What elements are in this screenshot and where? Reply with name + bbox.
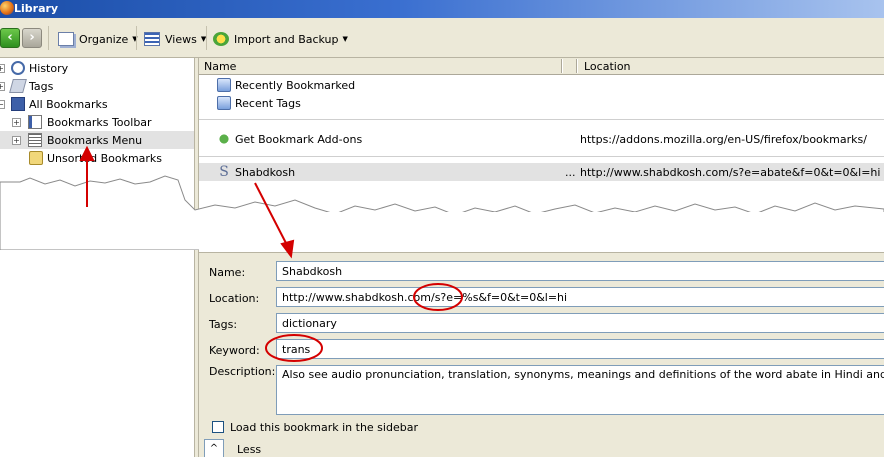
- expand-toggle[interactable]: +: [12, 117, 21, 127]
- views-menu-button[interactable]: Views ▼: [144, 30, 206, 48]
- tree-item-label: Bookmarks Menu: [47, 133, 143, 147]
- keyword-field[interactable]: [276, 339, 884, 359]
- keyword-label: Keyword:: [209, 344, 260, 357]
- tree-item-tags[interactable]: + Tags: [0, 77, 194, 95]
- forward-button[interactable]: ›: [22, 28, 42, 48]
- details-pane: Name: Location: Tags: Keyword: Descripti…: [199, 252, 884, 457]
- tags-label: Tags:: [209, 318, 238, 331]
- toolbar-separator: [136, 26, 137, 50]
- load-in-sidebar-label[interactable]: Load this bookmark in the sidebar: [230, 421, 418, 434]
- title-bar: Library: [0, 0, 884, 18]
- star-bookmark-icon: [11, 97, 25, 111]
- smart-folder-icon: [217, 96, 231, 110]
- unsorted-bookmark-icon: [29, 151, 43, 165]
- list-separator: [199, 119, 884, 120]
- tree-item-label: All Bookmarks: [29, 97, 108, 111]
- back-button[interactable]: ‹: [0, 28, 20, 48]
- clock-icon: [11, 61, 25, 75]
- toolbar-separator: [206, 26, 207, 50]
- window-title: Library: [14, 2, 59, 15]
- column-header: Name Location: [199, 58, 884, 75]
- firefox-logo-icon: [0, 1, 14, 15]
- column-resize-handle[interactable]: [576, 59, 578, 73]
- expand-toggle[interactable]: +: [12, 135, 21, 145]
- torn-edge-graphic: [0, 175, 884, 250]
- puzzle-addon-icon: [217, 132, 231, 146]
- tree-item-all-bookmarks[interactable]: − All Bookmarks: [0, 95, 194, 113]
- column-resize-handle[interactable]: [561, 59, 563, 73]
- organize-icon: [58, 32, 74, 46]
- bookmarks-tree: + History + Tags − All Bookmarks + Bookm…: [0, 58, 194, 457]
- list-item-recently-bookmarked[interactable]: Recently Bookmarked: [199, 76, 884, 94]
- location-field[interactable]: [276, 287, 884, 307]
- views-label: Views: [165, 32, 197, 46]
- row-name: Get Bookmark Add-ons: [235, 133, 363, 146]
- tree-item-history[interactable]: + History: [0, 59, 194, 77]
- name-field[interactable]: [276, 261, 884, 281]
- tree-item-label: Bookmarks Toolbar: [47, 115, 152, 129]
- import-backup-menu-button[interactable]: Import and Backup ▼: [213, 30, 348, 48]
- tree-item-label: Unsorted Bookmarks: [47, 151, 163, 165]
- list-item-recent-tags[interactable]: Recent Tags: [199, 94, 884, 112]
- toolbar-icon: [28, 115, 42, 129]
- forward-arrow-icon: ›: [29, 30, 35, 45]
- description-label: Description:: [209, 365, 276, 378]
- tags-field[interactable]: [276, 313, 884, 333]
- tree-item-bookmarks-toolbar[interactable]: + Bookmarks Toolbar: [0, 113, 194, 131]
- row-name: Recent Tags: [235, 97, 301, 110]
- tree-item-bookmarks-menu[interactable]: + Bookmarks Menu: [0, 131, 194, 149]
- tree-item-label: Tags: [29, 79, 54, 93]
- load-in-sidebar-checkbox[interactable]: [212, 421, 224, 433]
- row-name: Recently Bookmarked: [235, 79, 356, 92]
- smart-folder-icon: [217, 78, 231, 92]
- location-label: Location:: [209, 292, 260, 305]
- tree-item-unsorted-bookmarks[interactable]: Unsorted Bookmarks: [0, 149, 194, 167]
- tag-icon: [9, 79, 27, 93]
- organize-label: Organize: [79, 32, 129, 46]
- expand-toggle[interactable]: +: [0, 63, 5, 73]
- back-arrow-icon: ‹: [7, 30, 13, 45]
- tree-item-label: History: [29, 61, 69, 75]
- column-header-location[interactable]: Location: [584, 60, 631, 73]
- toolbar-separator: [48, 26, 49, 50]
- menu-icon: [28, 133, 42, 147]
- less-label[interactable]: Less: [237, 443, 261, 456]
- organize-menu-button[interactable]: Organize ▼: [58, 30, 138, 48]
- import-backup-icon: [213, 32, 229, 46]
- views-icon: [144, 32, 160, 46]
- import-backup-label: Import and Backup: [234, 32, 339, 46]
- less-toggle-button[interactable]: ^: [204, 439, 224, 457]
- expand-toggle[interactable]: +: [0, 81, 5, 91]
- column-header-name[interactable]: Name: [204, 60, 236, 73]
- collapse-toggle[interactable]: −: [0, 99, 5, 109]
- row-location: https://addons.mozilla.org/en-US/firefox…: [580, 133, 867, 146]
- list-separator: [199, 156, 884, 157]
- list-item-get-bookmark-addons[interactable]: Get Bookmark Add-ons https://addons.mozi…: [199, 130, 884, 148]
- name-label: Name:: [209, 266, 246, 279]
- description-field[interactable]: Also see audio pronunciation, translatio…: [276, 365, 884, 415]
- dropdown-caret-icon: ▼: [342, 35, 348, 43]
- toolbar: ‹ › Organize ▼ Views ▼ Import and Backup…: [0, 18, 884, 58]
